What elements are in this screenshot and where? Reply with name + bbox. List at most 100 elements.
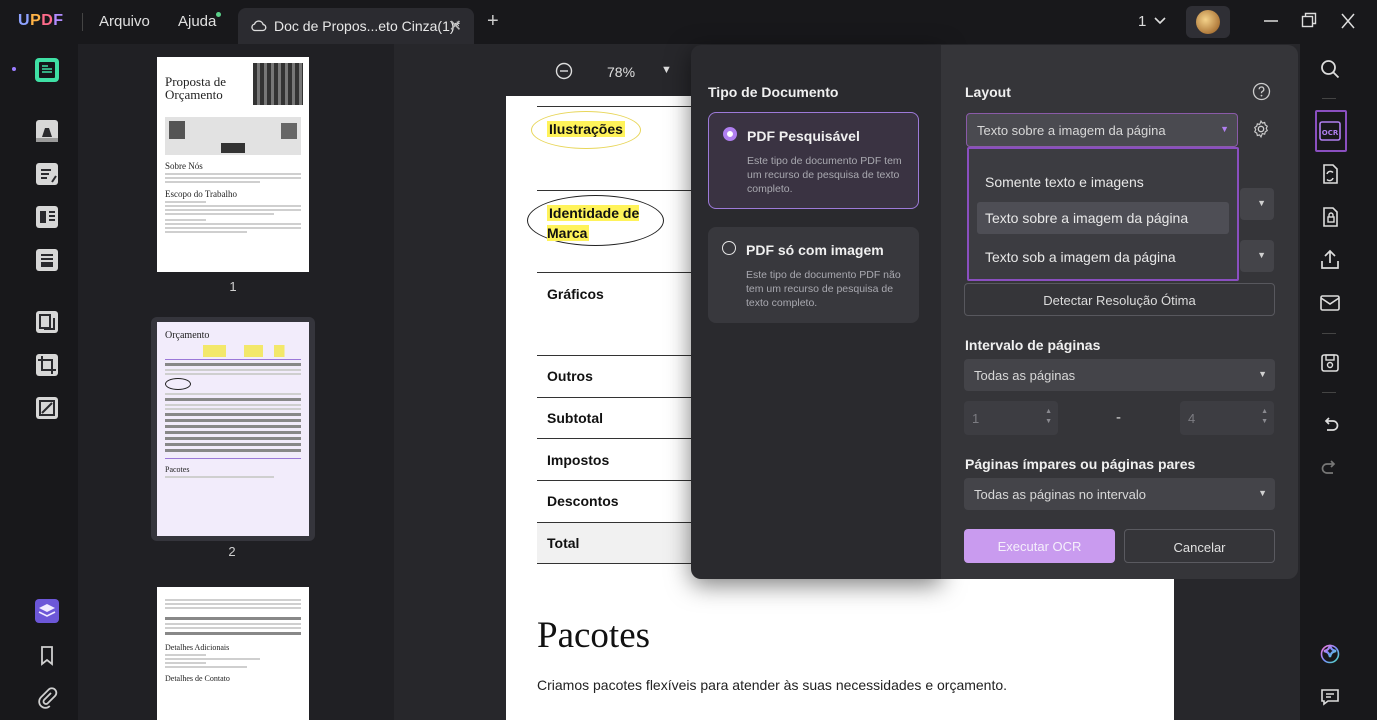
range-to-value: 4	[1188, 411, 1196, 426]
range-from-value: 1	[972, 411, 980, 426]
layout-select[interactable]: Texto sobre a imagem da página ▼	[966, 113, 1238, 147]
highlighter-icon[interactable]	[33, 117, 61, 145]
thumb1-title: Proposta de Orçamento	[165, 74, 227, 102]
table-rule	[537, 397, 697, 398]
option-title: PDF Pesquisável	[747, 128, 860, 144]
table-rule	[537, 106, 697, 107]
form-icon[interactable]	[33, 203, 61, 231]
zoom-level[interactable]: 78%	[607, 64, 635, 80]
section-heading: Pacotes	[537, 615, 651, 656]
page-range-select[interactable]: Todas as páginas ▼	[964, 359, 1275, 391]
resolution-select[interactable]: ▼	[1240, 188, 1274, 220]
odd-even-select[interactable]: Todas as páginas no intervalo ▼	[964, 478, 1275, 510]
option-searchable-pdf[interactable]: PDF Pesquisável Este tipo de documento P…	[708, 112, 919, 209]
table-cell: Descontos	[547, 493, 619, 509]
document-tab[interactable]: Doc de Propos...eto Cinza(1)* ✕	[238, 8, 474, 44]
menu-ajuda[interactable]: Ajuda	[178, 13, 216, 30]
thumbnail-page-1[interactable]: Proposta de Orçamento Sobre Nós Escopo d…	[157, 57, 309, 272]
layout-option[interactable]: Somente texto e imagens	[977, 166, 1229, 198]
gear-icon[interactable]	[1251, 119, 1271, 144]
zoom-dropdown-icon[interactable]: ▼	[661, 64, 672, 76]
compress-icon[interactable]	[33, 394, 61, 422]
undo-icon[interactable]	[1318, 413, 1342, 437]
sign-icon[interactable]	[33, 246, 61, 274]
caret-down-icon: ▼	[1257, 198, 1266, 208]
title-bar: UPDF Arquivo Ajuda Doc de Propos...eto C…	[0, 0, 1377, 44]
tab-title: Doc de Propos...eto Cinza(1)*	[274, 18, 460, 34]
option-description: Este tipo de documento PDF tem um recurs…	[747, 155, 902, 195]
rail-divider	[1322, 392, 1336, 393]
help-icon[interactable]	[1252, 82, 1271, 106]
chevron-down-icon[interactable]	[1153, 14, 1167, 33]
table-rule	[537, 480, 697, 481]
thumbnail-page-2[interactable]: Orçamento Pacotes	[157, 322, 309, 536]
detect-resolution-button[interactable]: Detectar Resolução Ótima	[964, 283, 1275, 316]
crop-icon[interactable]	[33, 351, 61, 379]
thumb3-section-1: Detalhes Adicionais	[165, 643, 230, 652]
rail-divider	[1322, 333, 1336, 334]
table-cell: Total	[547, 535, 580, 551]
option-image-only-pdf[interactable]: PDF só com imagem Este tipo de documento…	[708, 227, 919, 323]
restore-icon[interactable]	[1301, 10, 1317, 37]
cloud-icon	[250, 17, 268, 40]
bookmark-icon[interactable]	[33, 641, 61, 669]
protect-icon[interactable]	[1318, 205, 1342, 229]
menu-arquivo[interactable]: Arquivo	[99, 13, 150, 30]
odd-even-title: Páginas ímpares ou páginas pares	[965, 456, 1196, 472]
cancel-button[interactable]: Cancelar	[1124, 529, 1275, 563]
range-to-input[interactable]: 4 ▲ ▼	[1180, 401, 1274, 435]
thumb2-section: Pacotes	[165, 465, 190, 474]
layers-icon[interactable]	[33, 597, 61, 625]
option-description: Este tipo de documento PDF não tem um re…	[746, 269, 901, 309]
thumbnail-page-3[interactable]: Detalhes Adicionais Detalhes de Contato	[157, 587, 309, 720]
menu-divider	[82, 13, 83, 31]
layout-option[interactable]: Texto sob a imagem da página	[977, 241, 1229, 273]
table-rule	[537, 438, 697, 439]
page-range-title: Intervalo de páginas	[965, 337, 1101, 353]
option-title: PDF só com imagem	[746, 242, 884, 258]
ocr-icon[interactable]: OCR	[1318, 119, 1342, 143]
caret-down-icon: ▼	[1220, 124, 1229, 134]
search-icon[interactable]	[1318, 57, 1342, 81]
radio-selected[interactable]	[723, 127, 737, 141]
table-cell: Outros	[547, 368, 593, 384]
reader-mode-icon[interactable]	[33, 56, 61, 84]
caret-down-icon: ▼	[1258, 488, 1267, 498]
attachment-icon[interactable]	[33, 684, 61, 712]
language-select[interactable]: ▼	[1240, 240, 1274, 272]
organize-pages-icon[interactable]	[33, 308, 61, 336]
convert-icon[interactable]	[1318, 162, 1342, 186]
table-rule	[537, 272, 697, 273]
table-rule	[537, 190, 697, 191]
range-from-input[interactable]: 1 ▲ ▼	[964, 401, 1058, 435]
redo-icon[interactable]	[1318, 456, 1342, 480]
table-cell: Impostos	[547, 452, 610, 468]
page-indicator[interactable]: 1	[1138, 13, 1146, 30]
rail-divider	[1322, 98, 1336, 99]
thumb3-section-2: Detalhes de Contato	[165, 674, 230, 683]
new-tab-button[interactable]: +	[487, 10, 499, 33]
layout-option-hovered[interactable]: Texto sobre a imagem da página	[977, 202, 1229, 234]
close-tab-icon[interactable]: ✕	[449, 16, 462, 36]
ai-assistant-icon[interactable]	[1318, 642, 1342, 666]
stepper-icon[interactable]: ▲ ▼	[1045, 407, 1052, 427]
zoom-out-icon[interactable]	[555, 62, 573, 85]
layout-selected-value: Texto sobre a imagem da página	[977, 123, 1166, 138]
edit-pdf-icon[interactable]	[33, 160, 61, 188]
close-window-icon[interactable]	[1340, 10, 1356, 37]
radio-unselected[interactable]	[722, 241, 736, 255]
range-separator: -	[1116, 409, 1121, 426]
thumb1-section-2: Escopo do Trabalho	[165, 189, 237, 199]
save-icon[interactable]	[1318, 351, 1342, 375]
comment-icon[interactable]	[1318, 685, 1342, 709]
email-icon[interactable]	[1318, 291, 1342, 315]
table-rule	[537, 355, 697, 356]
minimize-icon[interactable]	[1263, 10, 1279, 37]
stepper-icon[interactable]: ▲ ▼	[1261, 407, 1268, 427]
run-ocr-button[interactable]: Executar OCR	[964, 529, 1115, 563]
layout-title: Layout	[965, 84, 1011, 100]
share-icon[interactable]	[1318, 248, 1342, 272]
section-paragraph: Criamos pacotes flexíveis para atender à…	[537, 677, 1008, 693]
thumbnail-number-1: 1	[229, 279, 237, 294]
avatar[interactable]	[1186, 6, 1230, 38]
